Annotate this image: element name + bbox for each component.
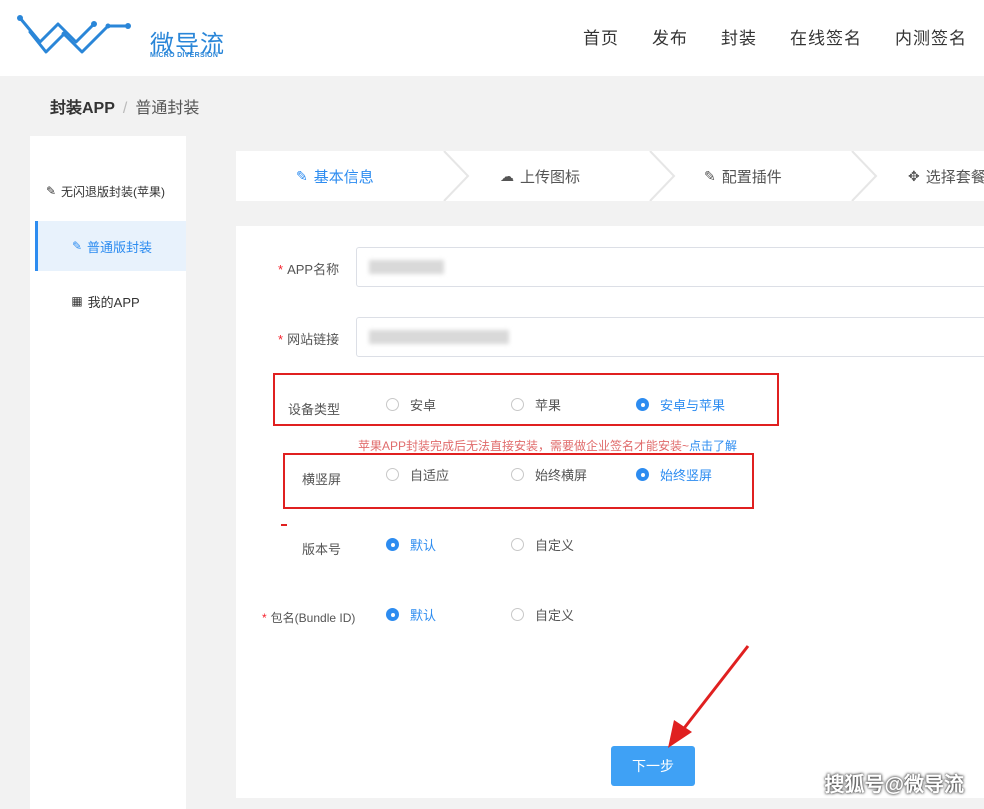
version-radio-custom[interactable]: 自定义 <box>511 535 574 554</box>
logo-subtitle: MICRO DIVERSION <box>150 52 219 59</box>
nav-home[interactable]: 首页 <box>583 24 619 49</box>
breadcrumb: 封装APP / 普通封装 <box>50 94 199 118</box>
radio-checked-icon <box>636 468 649 481</box>
site-link-input[interactable] <box>356 317 984 357</box>
bundle-radio-custom[interactable]: 自定义 <box>511 605 574 624</box>
nav-beta-sign[interactable]: 内测签名 <box>895 24 967 49</box>
move-icon: ✥ <box>908 167 920 184</box>
radio-icon <box>386 398 399 411</box>
redacted-value <box>369 260 444 274</box>
edit-icon: ✎ <box>71 239 83 253</box>
radio-checked-icon <box>636 398 649 411</box>
top-nav: 首页 发布 封装 在线签名 内测签名 <box>550 24 984 49</box>
breadcrumb-root[interactable]: 封装APP <box>50 100 115 117</box>
logo-mark-icon <box>17 15 131 54</box>
steps-bar: ✎ 基本信息 ☁ 上传图标 ✎ 配置插件 ✥ 选择套餐 <box>236 151 984 201</box>
nav-publish[interactable]: 发布 <box>652 24 688 49</box>
step-label: 选择套餐 <box>925 168 984 186</box>
radio-icon <box>511 538 524 551</box>
form-panel: * APP名称 * 网站链接 设备类型 安卓 苹果 安卓与苹果 苹果APP封装完成后… <box>236 226 984 798</box>
app-name-label: * APP名称 <box>278 262 340 277</box>
sidebar-item-no-crash-package[interactable]: ✎ 无闪退版封装(苹果) <box>30 166 181 216</box>
device-type-label: 设备类型 <box>288 402 341 417</box>
header: 微导流 MICRO DIVERSION 首页 发布 封装 在线签名 内测签名 <box>0 0 984 76</box>
step-label: 基本信息 <box>313 168 374 186</box>
step-config-plugins[interactable]: ✎ 配置插件 <box>704 151 782 201</box>
radio-checked-icon <box>386 538 399 551</box>
radio-checked-icon <box>386 608 399 621</box>
sidebar-item-label: 我的APP <box>87 294 140 310</box>
step-upload-icon[interactable]: ☁ 上传图标 <box>500 151 580 201</box>
radio-icon <box>386 468 399 481</box>
step-choose-plan[interactable]: ✥ 选择套餐 <box>908 151 984 201</box>
ios-warning: 苹果APP封装完成后无法直接安装，需要做企业签名才能安装~点击了解 <box>358 439 738 453</box>
pencil-icon: ✎ <box>296 167 308 184</box>
sidebar-item-normal-package[interactable]: ✎ 普通版封装 <box>35 221 186 271</box>
bundle-id-label: * 包名(Bundle ID) <box>262 611 356 625</box>
cloud-upload-icon: ☁ <box>500 167 514 184</box>
version-label: 版本号 <box>302 542 342 557</box>
device-radio-both[interactable]: 安卓与苹果 <box>636 395 725 414</box>
grid-icon: ▦ <box>71 294 83 308</box>
radio-icon <box>511 468 524 481</box>
step-basic-info[interactable]: ✎ 基本信息 <box>296 151 374 201</box>
orientation-radio-landscape[interactable]: 始终横屏 <box>511 465 587 484</box>
nav-online-sign[interactable]: 在线签名 <box>790 24 862 49</box>
orientation-label: 横竖屏 <box>302 472 342 487</box>
orientation-radio-auto[interactable]: 自适应 <box>386 465 449 484</box>
device-radio-ios[interactable]: 苹果 <box>511 395 561 414</box>
breadcrumb-current: 普通封装 <box>135 100 200 117</box>
red-mark <box>281 524 287 526</box>
version-radio-default[interactable]: 默认 <box>386 535 436 554</box>
step-label: 上传图标 <box>520 168 581 186</box>
annotation-arrow-icon <box>668 645 750 748</box>
orientation-radio-portrait[interactable]: 始终竖屏 <box>636 465 712 484</box>
device-radio-android[interactable]: 安卓 <box>386 395 436 414</box>
watermark: 搜狐号@微导流 <box>824 774 964 796</box>
site-link-label: * 网站链接 <box>278 332 340 347</box>
sidebar: ✎ 无闪退版封装(苹果) ✎ 普通版封装 ▦ 我的APP <box>30 136 186 809</box>
app-name-input[interactable] <box>356 247 984 287</box>
breadcrumb-separator: / <box>122 100 128 117</box>
radio-icon <box>511 608 524 621</box>
sidebar-item-label: 无闪退版封装(苹果) <box>61 184 166 199</box>
bundle-radio-default[interactable]: 默认 <box>386 605 436 624</box>
next-step-button[interactable]: 下一步 <box>611 746 695 786</box>
sidebar-item-label: 普通版封装 <box>87 239 153 255</box>
nav-package[interactable]: 封装 <box>721 24 757 49</box>
pencil-icon: ✎ <box>45 184 57 198</box>
redacted-value <box>369 330 509 344</box>
learn-more-link[interactable]: 点击了解 <box>689 439 737 453</box>
sidebar-item-my-app[interactable]: ▦ 我的APP <box>30 276 181 326</box>
radio-icon <box>511 398 524 411</box>
edit-icon: ✎ <box>704 167 716 184</box>
step-label: 配置插件 <box>721 168 782 186</box>
